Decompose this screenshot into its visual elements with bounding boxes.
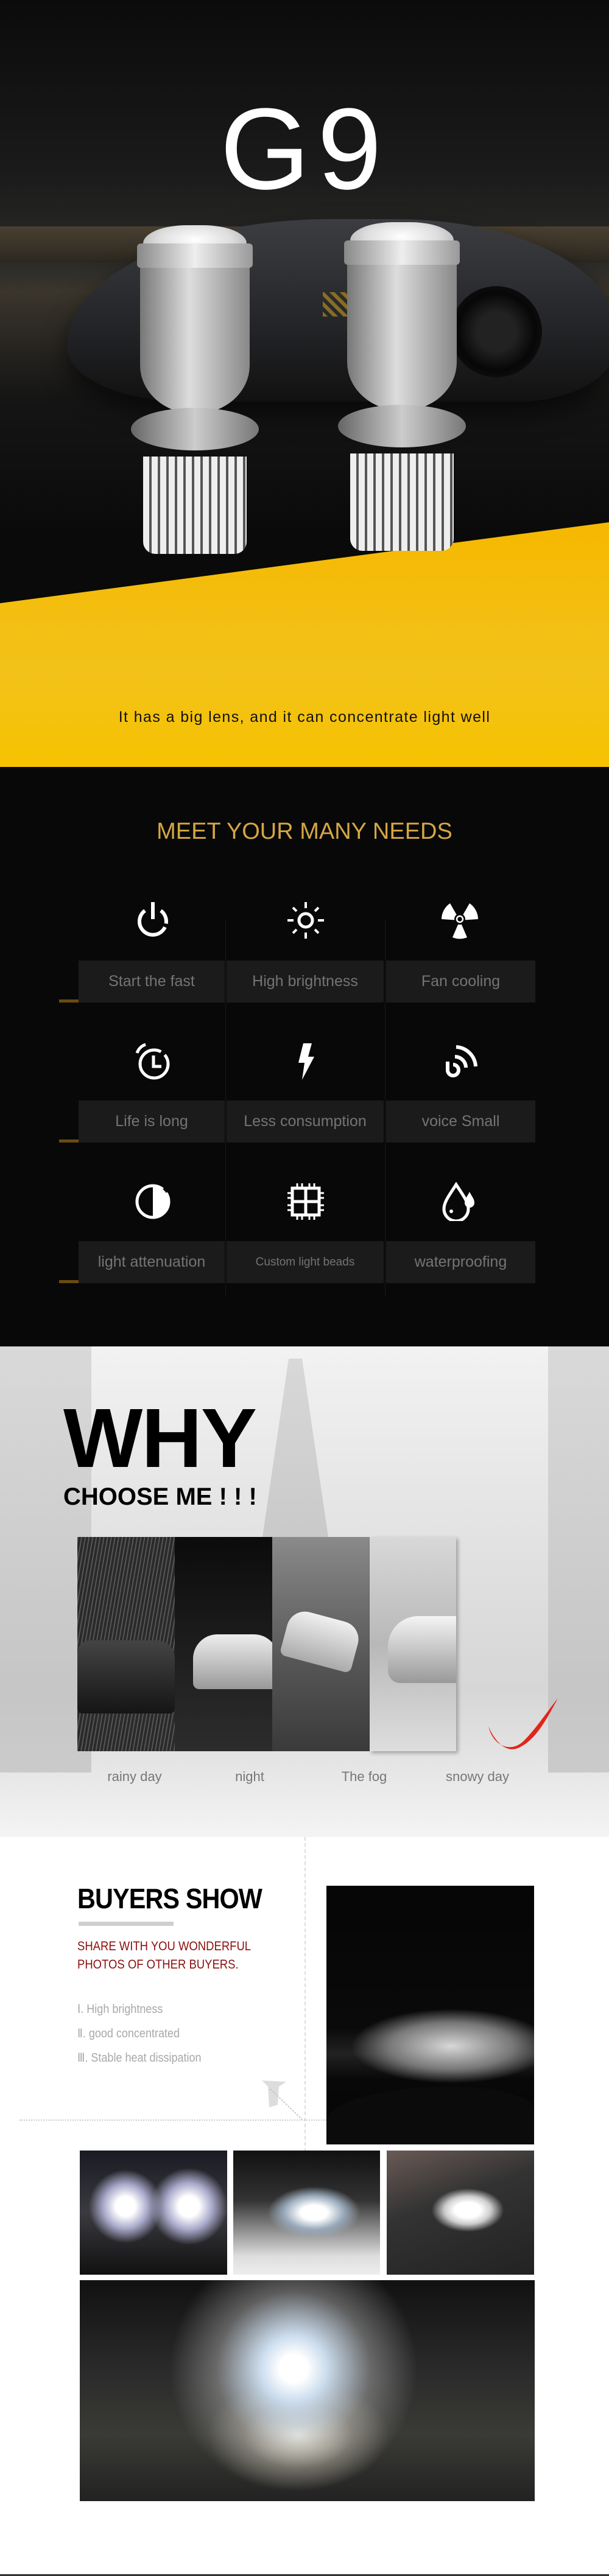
dashed-divider bbox=[304, 1837, 306, 2158]
buyer-photo-night-road bbox=[326, 1886, 534, 2144]
buyer-photo-headlight-side bbox=[387, 2151, 534, 2275]
bulb-image-right bbox=[338, 222, 466, 563]
buyers-title: BUYERS SHOW bbox=[77, 1883, 262, 1914]
half-circle-icon bbox=[135, 1184, 171, 1219]
fan-icon bbox=[442, 903, 478, 939]
buyers-point: Ⅱ. good concentrated bbox=[77, 2027, 180, 2040]
scene-image-rainy bbox=[77, 1537, 175, 1751]
feature-label-box: waterproofing bbox=[386, 1241, 535, 1283]
feature-label-box: light attenuation bbox=[79, 1241, 225, 1283]
scene-label: snowy day bbox=[446, 1769, 509, 1784]
feature-label-box: Custom light beads bbox=[227, 1241, 384, 1283]
buyers-point: Ⅰ. High brightness bbox=[77, 2003, 163, 2016]
buyers-point: Ⅲ. Stable heat dissipation bbox=[77, 2051, 202, 2065]
gold-accent-line bbox=[59, 1139, 79, 1143]
gold-accent-line bbox=[59, 999, 79, 1003]
scene-label: rainy day bbox=[107, 1769, 162, 1784]
checkmark-icon bbox=[488, 1698, 558, 1749]
hero-title: G9 bbox=[220, 85, 389, 214]
title-underline bbox=[79, 1922, 174, 1926]
chip-icon bbox=[287, 1183, 324, 1220]
alarm-clock-icon bbox=[135, 1043, 170, 1080]
sound-waves-icon bbox=[446, 1045, 477, 1077]
feature-label: Less consumption bbox=[244, 1113, 367, 1130]
feature-label: Start the fast bbox=[108, 973, 195, 990]
pagoda-background bbox=[262, 1359, 329, 1541]
feature-label: Life is long bbox=[115, 1113, 188, 1130]
buyers-subtitle: PHOTOS OF OTHER BUYERS. bbox=[77, 1958, 239, 1972]
scene-image-snowy bbox=[370, 1537, 456, 1751]
scene-image-fog bbox=[272, 1537, 370, 1751]
feature-label-box: Less consumption bbox=[227, 1101, 384, 1143]
feature-label-box: Life is long bbox=[79, 1101, 225, 1143]
arrow-icon bbox=[262, 2081, 303, 2120]
buyer-photo-parking-garage bbox=[80, 2280, 535, 2501]
power-icon bbox=[138, 902, 168, 937]
buyer-photo-headlights-front bbox=[80, 2151, 227, 2275]
feature-label-box: Fan cooling bbox=[386, 961, 535, 1003]
feature-label: waterproofing bbox=[414, 1253, 507, 1270]
feature-label-box: Start the fast bbox=[79, 961, 225, 1003]
lightning-icon bbox=[298, 1043, 314, 1080]
buyers-subtitle: SHARE WITH YOU WONDERFUL bbox=[77, 1939, 252, 1953]
why-title: WHY bbox=[63, 1391, 257, 1485]
feature-label: High brightness bbox=[252, 973, 358, 990]
feature-label-box: High brightness bbox=[227, 961, 384, 1003]
feature-label: light attenuation bbox=[97, 1253, 206, 1270]
feature-label-box: voice Small bbox=[386, 1101, 535, 1143]
bulb-image-left bbox=[131, 225, 259, 566]
scene-label: night bbox=[235, 1769, 264, 1784]
column-divider bbox=[225, 919, 226, 1297]
scene-label: The fog bbox=[341, 1769, 387, 1784]
hero-caption: It has a big lens, and it can concentrat… bbox=[118, 709, 491, 726]
buyer-photo-headlight-closeup bbox=[233, 2151, 380, 2275]
water-drop-icon bbox=[442, 1182, 474, 1221]
feature-label: Fan cooling bbox=[421, 973, 501, 990]
features-title: MEET YOUR MANY NEEDS bbox=[157, 819, 452, 844]
feature-label: Custom light beads bbox=[255, 1255, 355, 1269]
scene-image-night bbox=[175, 1537, 272, 1751]
feature-label: voice Small bbox=[421, 1113, 500, 1130]
why-subtitle: CHOOSE ME ! ! ! bbox=[63, 1483, 257, 1510]
sun-icon bbox=[287, 902, 324, 939]
gold-accent-line bbox=[59, 1280, 79, 1283]
